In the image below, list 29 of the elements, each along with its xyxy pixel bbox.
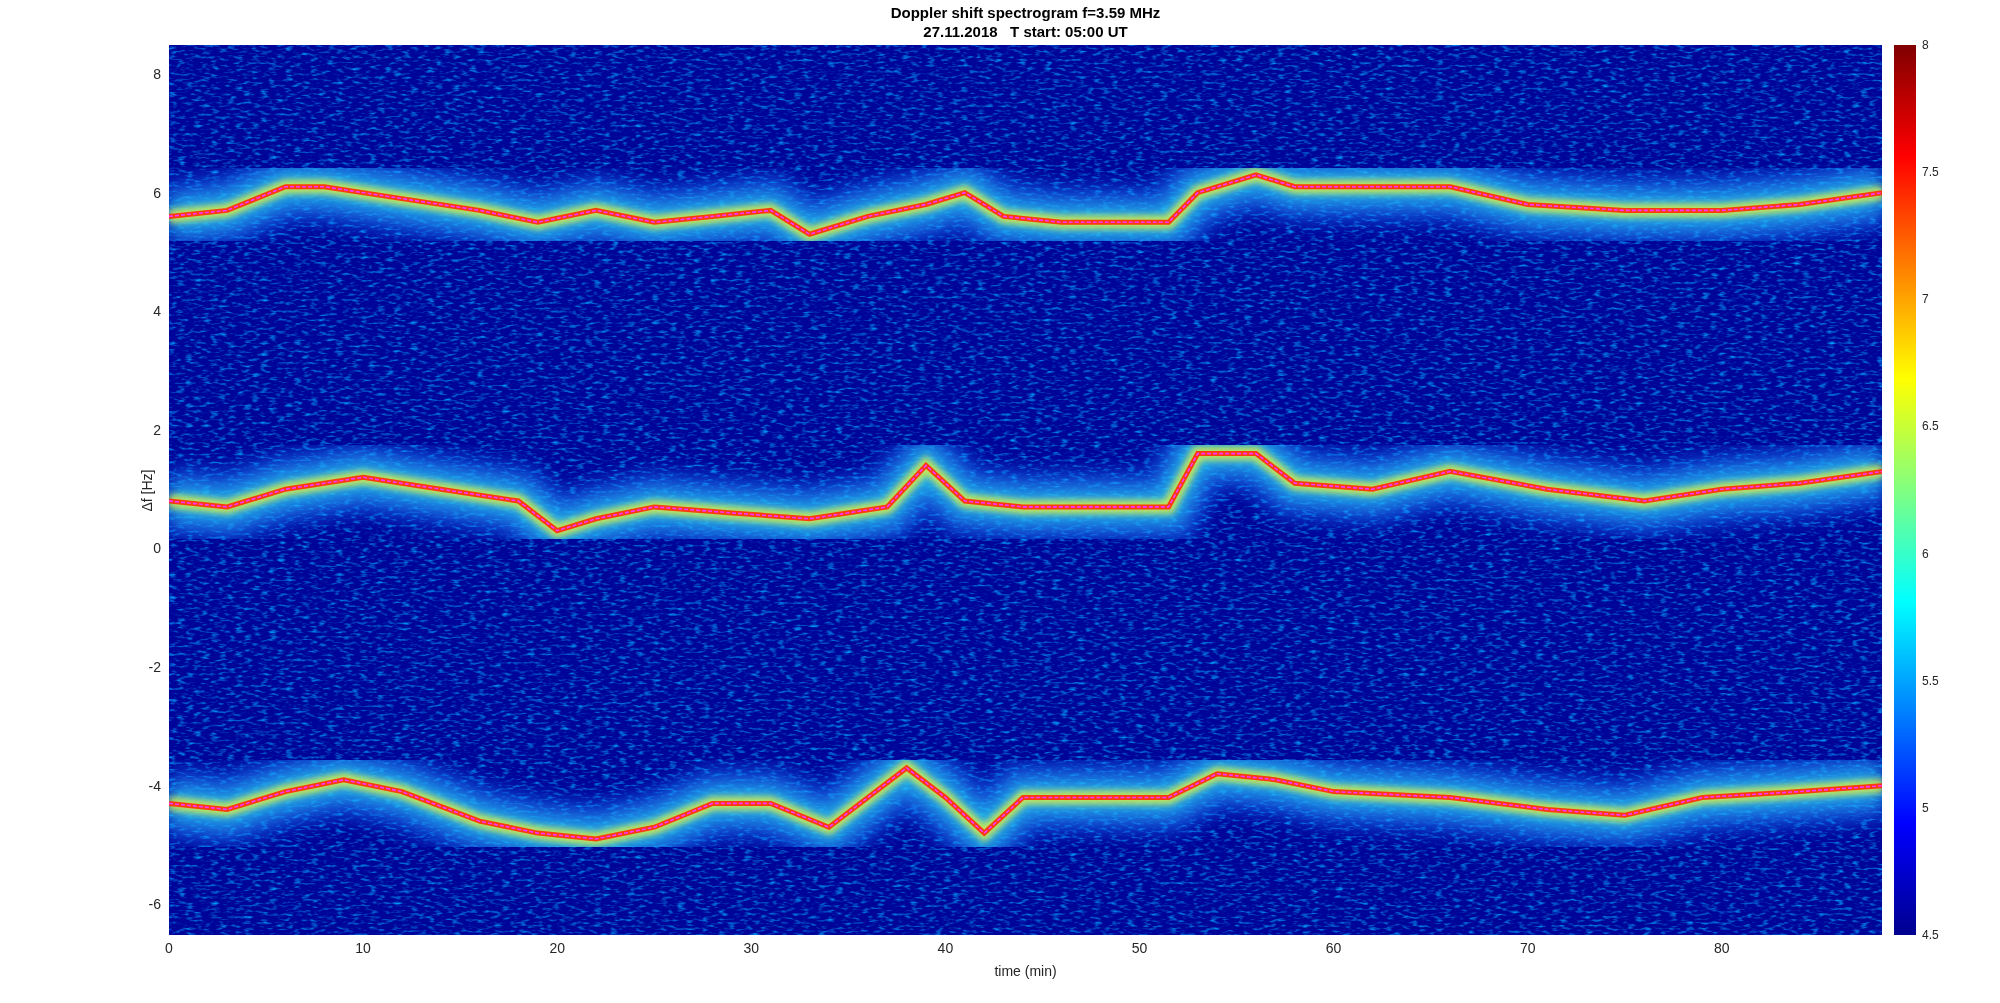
tick-label: 70 bbox=[1519, 940, 1536, 956]
colorbar-tick-label: 7.5 bbox=[1922, 165, 1939, 180]
tick-label: 80 bbox=[1714, 940, 1730, 956]
tick-label: 4 bbox=[153, 303, 161, 320]
colorbar-tick-label: 4.5 bbox=[1922, 928, 1939, 942]
tick-label: -2 bbox=[148, 659, 161, 675]
tick-label: 2 bbox=[153, 421, 161, 438]
axis-label: Δf [Hz] bbox=[137, 469, 156, 511]
chart-title: Doppler shift spectrogram f=3.59 MHz bbox=[890, 3, 1161, 22]
colorbar-tick-label: 6.5 bbox=[1922, 419, 1939, 434]
tick-label: 30 bbox=[743, 940, 760, 956]
colorbar-tick-label: 5 bbox=[1922, 800, 1929, 815]
tick-label: 20 bbox=[549, 940, 565, 956]
tick-label: 50 bbox=[1131, 940, 1148, 956]
tick-label: 10 bbox=[355, 940, 371, 956]
tick-label: 0 bbox=[165, 940, 173, 956]
colorbar-tick-label: 8 bbox=[1922, 38, 1929, 52]
tick-label: -6 bbox=[148, 896, 161, 913]
colorbar-tick-label: 6 bbox=[1922, 546, 1929, 561]
tick-label: 0 bbox=[153, 540, 161, 557]
tick-label: 60 bbox=[1325, 940, 1342, 956]
tick-label: 40 bbox=[937, 940, 954, 956]
axis-label: time (min) bbox=[994, 962, 1057, 981]
tick-label: -4 bbox=[148, 777, 161, 794]
chart-title: 27.11.2018 T start: 05:00 UT bbox=[923, 22, 1128, 41]
tick-label: 8 bbox=[153, 66, 161, 82]
colorbar-tick-label: 5.5 bbox=[1922, 673, 1939, 688]
tick-label: 6 bbox=[153, 184, 161, 201]
colorbar-tick-label: 7 bbox=[1922, 292, 1929, 307]
